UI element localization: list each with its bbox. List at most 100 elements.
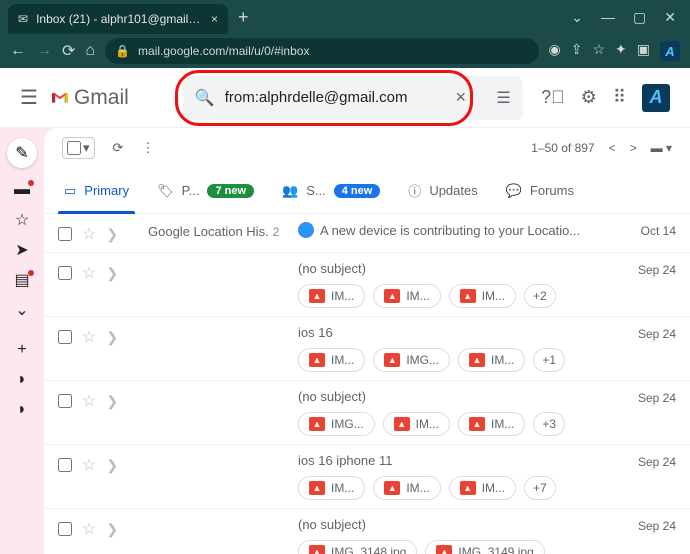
star-icon[interactable]: ☆: [82, 455, 96, 475]
tab-updates[interactable]: ⓘ Updates: [394, 168, 491, 214]
star-icon[interactable]: ☆: [82, 224, 96, 244]
promo-badge: 7 new: [207, 184, 254, 198]
next-page-icon[interactable]: >: [630, 141, 637, 155]
more-icon[interactable]: ⋮: [141, 140, 154, 156]
share-icon[interactable]: ⇪: [571, 41, 583, 61]
attachment-chip[interactable]: ▲IM...: [373, 476, 440, 500]
important-icon[interactable]: ❯: [106, 226, 118, 243]
add-label-icon[interactable]: +: [12, 342, 32, 358]
sender: [148, 325, 298, 327]
minimize-icon[interactable]: —: [601, 9, 615, 26]
sender: [148, 389, 298, 391]
mail-icon[interactable]: ▬: [12, 182, 32, 198]
star-icon[interactable]: ☆: [592, 41, 605, 61]
mail-row[interactable]: ☆❯(no subject)▲IM...▲IM...▲IM...+2Sep 24: [44, 253, 690, 317]
row-checkbox[interactable]: [58, 266, 72, 280]
clear-search-icon[interactable]: ×: [455, 87, 466, 108]
close-tab-icon[interactable]: ×: [211, 12, 218, 26]
label-icon[interactable]: ◗: [12, 372, 32, 388]
gmail-logo[interactable]: Gmail: [52, 86, 129, 110]
attachment-chip[interactable]: ▲IMG...: [298, 412, 375, 436]
tab-social[interactable]: 👥 S... 4 new: [268, 168, 394, 214]
important-icon[interactable]: ❯: [106, 393, 118, 410]
search-icon[interactable]: 🔍: [195, 88, 215, 108]
attachment-chip[interactable]: ▲IM...: [449, 284, 516, 308]
apps-grid-icon[interactable]: ⠿: [613, 87, 626, 108]
important-icon[interactable]: ❯: [106, 457, 118, 474]
more-attachments[interactable]: +3: [533, 412, 565, 436]
more-attachments[interactable]: +7: [524, 476, 556, 500]
category-tabs: ▭ Primary 🏷 P... 7 new 👥 S... 4 new ⓘ Up…: [44, 168, 690, 214]
chevron-down-icon[interactable]: ⌄: [12, 302, 32, 318]
input-tools-icon[interactable]: ▬ ▾: [651, 141, 672, 155]
chevron-down-icon[interactable]: ⌄: [571, 9, 583, 26]
search-options-icon[interactable]: ☰: [476, 87, 511, 108]
tab-primary[interactable]: ▭ Primary: [50, 168, 143, 214]
qr-icon[interactable]: ▣: [637, 41, 650, 61]
menu-icon[interactable]: ☰: [20, 85, 38, 110]
browser-tab[interactable]: ✉ Inbox (21) - alphr101@gmail.com ×: [8, 4, 228, 34]
row-checkbox[interactable]: [58, 394, 72, 408]
star-icon[interactable]: ☆: [82, 391, 96, 411]
label-icon-2[interactable]: ◗: [12, 402, 32, 418]
subject: (no subject): [298, 261, 626, 276]
starred-icon[interactable]: ☆: [12, 212, 32, 228]
settings-icon[interactable]: ⚙: [581, 87, 597, 108]
mail-row[interactable]: ☆❯ios 16 iphone 11▲IM...▲IM...▲IM...+7Se…: [44, 445, 690, 509]
star-icon[interactable]: ☆: [82, 519, 96, 539]
mail-row[interactable]: ☆❯Google Location His.2🌐A new device is …: [44, 214, 690, 253]
attachment-chip[interactable]: ▲IM...: [449, 476, 516, 500]
image-icon: ▲: [384, 289, 400, 303]
alphr-logo[interactable]: A: [642, 84, 670, 112]
tab-promotions[interactable]: 🏷 P... 7 new: [143, 168, 268, 214]
send-icon[interactable]: ➤: [12, 242, 32, 258]
attachment-chip[interactable]: ▲IMG_3148.jpg: [298, 540, 417, 554]
row-checkbox[interactable]: [58, 227, 72, 241]
attachment-chip[interactable]: ▲IM...: [298, 476, 365, 500]
attachment-chip[interactable]: ▲IM...: [298, 284, 365, 308]
back-icon[interactable]: ←: [10, 42, 26, 60]
star-icon[interactable]: ☆: [82, 263, 96, 283]
important-icon[interactable]: ❯: [106, 521, 118, 538]
attachment-chip[interactable]: ▲IMG_3149.jpg: [425, 540, 544, 554]
gmail-brand-text: Gmail: [74, 86, 129, 110]
alphr-extension-icon[interactable]: A: [660, 41, 680, 61]
prev-page-icon[interactable]: <: [609, 141, 616, 155]
attachment-chip[interactable]: ▲IM...: [373, 284, 440, 308]
attachment-chip[interactable]: ▲IM...: [458, 348, 525, 372]
mail-row[interactable]: ☆❯ios 16▲IM...▲IMG...▲IM...+1Sep 24: [44, 317, 690, 381]
extensions-icon[interactable]: ✦: [615, 41, 627, 61]
attachment-chip[interactable]: ▲IMG...: [373, 348, 450, 372]
draft-icon[interactable]: ▤: [12, 272, 32, 288]
attachment-chip[interactable]: ▲IM...: [458, 412, 525, 436]
compose-button[interactable]: ✎: [7, 138, 37, 168]
mail-row[interactable]: ☆❯(no subject)▲IMG_3148.jpg▲IMG_3149.jpg…: [44, 509, 690, 554]
home-icon[interactable]: ⌂: [85, 42, 95, 60]
search-input[interactable]: [225, 89, 446, 106]
forward-icon[interactable]: →: [36, 42, 52, 60]
important-icon[interactable]: ❯: [106, 265, 118, 282]
row-checkbox[interactable]: [58, 458, 72, 472]
attachment-chip[interactable]: ▲IM...: [298, 348, 365, 372]
more-attachments[interactable]: +1: [533, 348, 565, 372]
tab-forums[interactable]: 💬 Forums: [492, 168, 588, 214]
eye-icon[interactable]: ◉: [549, 41, 561, 61]
select-all-checkbox[interactable]: ▾: [62, 137, 95, 159]
date: Sep 24: [626, 325, 676, 341]
row-checkbox[interactable]: [58, 330, 72, 344]
close-window-icon[interactable]: ✕: [664, 9, 676, 26]
row-checkbox[interactable]: [58, 522, 72, 536]
search-box[interactable]: 🔍 × ☰: [183, 76, 523, 120]
important-icon[interactable]: ❯: [106, 329, 118, 346]
attachment-chip[interactable]: ▲IM...: [383, 412, 450, 436]
reload-icon[interactable]: ⟳: [62, 41, 75, 61]
refresh-icon[interactable]: ⟳: [113, 140, 124, 156]
maximize-icon[interactable]: ▢: [633, 9, 646, 26]
support-icon[interactable]: ?⃝: [541, 87, 565, 108]
more-attachments[interactable]: +2: [524, 284, 556, 308]
mail-row[interactable]: ☆❯(no subject)▲IMG...▲IM...▲IM...+3Sep 2…: [44, 381, 690, 445]
sender: Google Location His.2: [148, 222, 298, 239]
star-icon[interactable]: ☆: [82, 327, 96, 347]
url-field[interactable]: 🔒 mail.google.com/mail/u/0/#inbox: [105, 38, 538, 64]
new-tab-button[interactable]: +: [238, 7, 249, 28]
